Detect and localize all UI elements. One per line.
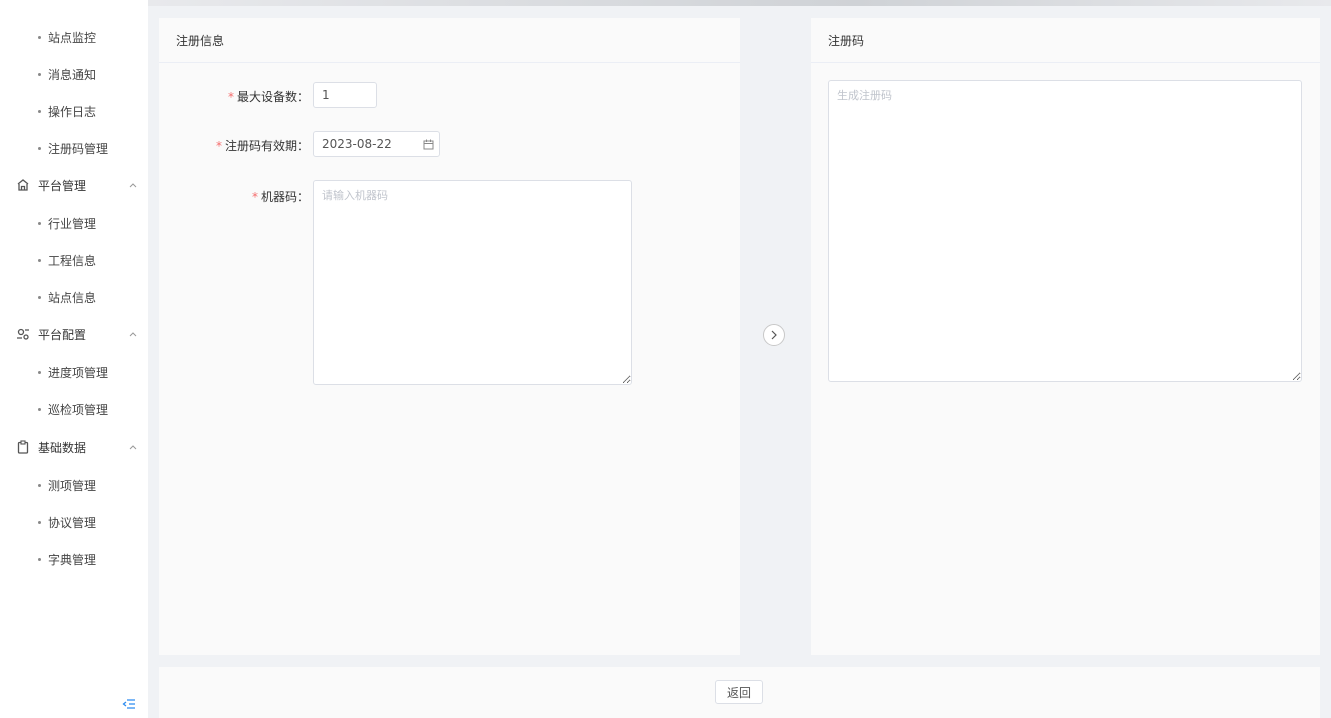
- sidebar-item-label: 测项管理: [48, 478, 97, 493]
- panel-title: 注册码: [811, 18, 1320, 63]
- registration-code-output[interactable]: [828, 80, 1302, 382]
- calendar-icon: [423, 139, 434, 150]
- sidebar-item-label: 字典管理: [48, 552, 97, 567]
- sidebar-item-label: 协议管理: [48, 515, 97, 530]
- sidebar-item-label: 消息通知: [48, 67, 97, 82]
- machine-code-label: * 机器码：: [251, 190, 309, 204]
- registration-info-panel: 注册信息 * 最大设备数： 1 * 注册码有效期： 2023-08-22 * 机器码：: [159, 18, 740, 655]
- panel-title: 注册信息: [159, 18, 740, 63]
- bullet-dot: [38, 146, 41, 150]
- sidebar-item-messages[interactable]: 消息通知: [0, 55, 148, 93]
- bullet-dot: [38, 35, 41, 39]
- sidebar-item-protocol[interactable]: 协议管理: [0, 503, 148, 541]
- expiry-label: * 注册码有效期：: [215, 139, 309, 153]
- max-devices-label: * 最大设备数：: [227, 90, 309, 104]
- sidebar-item-label: 行业管理: [48, 216, 97, 231]
- bullet-dot: [38, 407, 41, 411]
- collapse-menu-icon: [122, 699, 135, 709]
- sidebar-item-label: 进度项管理: [48, 365, 109, 380]
- chevron-up-icon: [128, 442, 138, 452]
- sidebar-item-inspection[interactable]: 巡检项管理: [0, 390, 148, 428]
- sidebar-item-project-info[interactable]: 工程信息: [0, 241, 148, 279]
- settings-icon: [16, 327, 30, 341]
- chevron-up-icon: [128, 329, 138, 339]
- bullet-dot: [38, 109, 41, 113]
- bullet-dot: [38, 72, 41, 76]
- bullet-dot: [38, 520, 41, 524]
- registration-code-panel: 注册码: [811, 18, 1320, 655]
- sidebar-item-label: 巡检项管理: [48, 402, 109, 417]
- sidebar-group-platform-management[interactable]: 平台管理: [0, 166, 148, 204]
- sidebar-item-registration-code[interactable]: 注册码管理: [0, 129, 148, 167]
- bullet-dot: [38, 221, 41, 225]
- footer-bar: 返回: [159, 667, 1320, 718]
- sidebar-item-measure[interactable]: 测项管理: [0, 466, 148, 504]
- sidebar-item-label: 注册码管理: [48, 141, 109, 156]
- chevron-up-icon: [128, 180, 138, 190]
- bullet-dot: [38, 295, 41, 299]
- sidebar-group-label: 基础数据: [38, 440, 87, 455]
- sidebar-item-industry[interactable]: 行业管理: [0, 204, 148, 242]
- sidebar-group-label: 平台配置: [38, 327, 87, 342]
- machine-code-textarea[interactable]: [313, 180, 632, 385]
- sidebar: 站点监控 消息通知 操作日志 注册码管理 平台管理 行业管理 工程信息 站点信息: [0, 0, 148, 718]
- sidebar-item-label: 站点信息: [48, 290, 97, 305]
- sidebar-item-label: 站点监控: [48, 30, 97, 45]
- generate-code-button[interactable]: [763, 324, 785, 346]
- sidebar-item-site-monitor[interactable]: 站点监控: [0, 18, 148, 56]
- top-strip: [148, 0, 1331, 6]
- sidebar-group-platform-config[interactable]: 平台配置: [0, 315, 148, 353]
- bullet-dot: [38, 557, 41, 561]
- clipboard-icon: [16, 440, 30, 454]
- sidebar-collapse-toggle[interactable]: [120, 696, 138, 712]
- sidebar-item-label: 操作日志: [48, 104, 97, 119]
- building-icon: [16, 178, 30, 192]
- sidebar-group-label: 平台管理: [38, 178, 87, 193]
- expiry-date-picker[interactable]: 2023-08-22: [313, 131, 440, 157]
- sidebar-group-base-data[interactable]: 基础数据: [0, 428, 148, 466]
- chevron-right-icon: [771, 330, 777, 340]
- bullet-dot: [38, 483, 41, 487]
- sidebar-item-label: 工程信息: [48, 253, 97, 268]
- back-button[interactable]: 返回: [715, 680, 763, 704]
- sidebar-item-site-info[interactable]: 站点信息: [0, 278, 148, 316]
- sidebar-item-dictionary[interactable]: 字典管理: [0, 540, 148, 578]
- bullet-dot: [38, 370, 41, 374]
- sidebar-item-operation-log[interactable]: 操作日志: [0, 92, 148, 130]
- bullet-dot: [38, 258, 41, 262]
- max-devices-input[interactable]: 1: [313, 82, 377, 108]
- sidebar-item-progress[interactable]: 进度项管理: [0, 353, 148, 391]
